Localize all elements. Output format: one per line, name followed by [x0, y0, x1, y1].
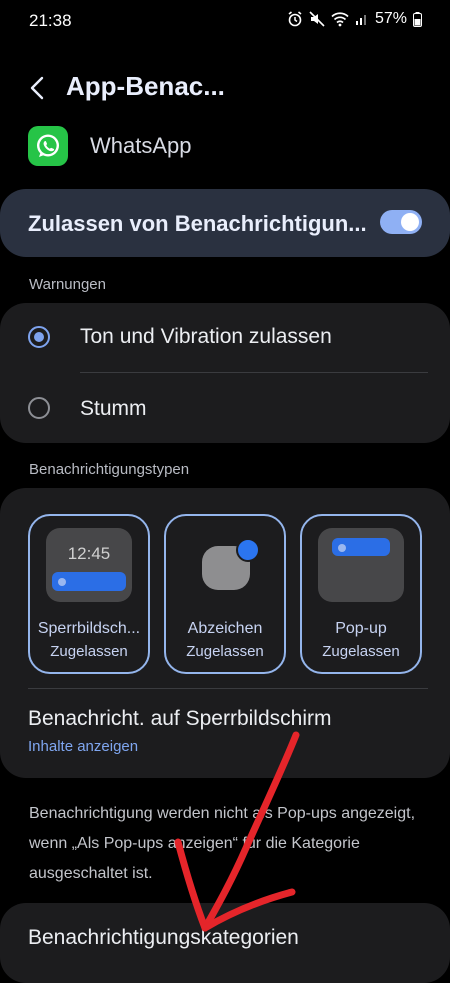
status-bar: 21:38 57%: [0, 0, 450, 40]
page-title: App-Benac...: [66, 71, 225, 101]
tile-status: Zugelassen: [186, 643, 264, 660]
notification-categories-label: Benachrichtigungskategorien: [28, 926, 299, 949]
notification-types-section-label: Benachrichtigungstypen: [29, 461, 190, 478]
whatsapp-icon: [28, 126, 68, 166]
preview-popup-bar: [332, 538, 390, 556]
status-time: 21:38: [29, 11, 72, 30]
radio-unselected-icon[interactable]: [28, 397, 50, 419]
allow-notifications-label: Zulassen von Benachrichtigun...: [28, 211, 367, 236]
app-name: WhatsApp: [90, 133, 192, 158]
tile-popup[interactable]: Pop-up Zugelassen: [300, 514, 422, 674]
battery-percent: 57%: [374, 10, 407, 27]
lockscreen-preview: 12:45: [46, 528, 132, 602]
app-info: WhatsApp: [28, 126, 192, 166]
popup-preview: [318, 528, 404, 602]
warning-option-mute[interactable]: Stumm: [0, 373, 450, 443]
tile-lockscreen[interactable]: 12:45 Sperrbildsch... Zugelassen: [28, 514, 150, 674]
back-arrow-icon[interactable]: [28, 76, 48, 100]
warning-option-sound[interactable]: Ton und Vibration zulassen: [0, 303, 450, 373]
warning-option-label: Stumm: [80, 397, 147, 420]
allow-notifications-row[interactable]: Zulassen von Benachrichtigun...: [0, 189, 450, 257]
battery-icon: [413, 11, 422, 27]
preview-notification-bar: [52, 572, 126, 591]
notification-categories-row[interactable]: Benachrichtigungskategorien: [0, 903, 450, 983]
radio-selected-icon[interactable]: [28, 326, 50, 348]
signal-icon: [355, 15, 366, 25]
tile-title: Sperrbildsch...: [37, 620, 141, 637]
allow-notifications-toggle[interactable]: [380, 210, 422, 234]
warning-option-label: Ton und Vibration zulassen: [80, 325, 332, 348]
warnings-card: Ton und Vibration zulassen Stumm: [0, 303, 450, 443]
app-bar: App-Benac...: [0, 68, 450, 108]
tile-status: Zugelassen: [50, 643, 128, 660]
preview-clock: 12:45: [67, 544, 111, 563]
mute-icon: [309, 11, 325, 27]
tile-badge[interactable]: Abzeichen Zugelassen: [164, 514, 286, 674]
warnings-section-label: Warnungen: [29, 276, 106, 293]
alarm-icon: [288, 11, 302, 27]
popup-info-text: Benachrichtigung werden nicht als Pop-up…: [29, 805, 416, 882]
lockscreen-notifications-title: Benachricht. auf Sperrbildschirm: [28, 707, 332, 730]
divider: [28, 688, 428, 689]
tile-title: Pop-up: [335, 620, 387, 637]
wifi-icon: [331, 12, 349, 27]
lockscreen-notifications-subtitle: Inhalte anzeigen: [28, 738, 139, 755]
toggle-knob: [401, 213, 419, 231]
notification-types-card: 12:45 Sperrbildsch... Zugelassen Abzeich…: [0, 488, 450, 778]
notification-type-tiles: 12:45 Sperrbildsch... Zugelassen Abzeich…: [28, 514, 422, 674]
badge-dot-icon: [236, 538, 260, 562]
status-icons: 57%: [287, 10, 422, 28]
tile-title: Abzeichen: [187, 620, 263, 637]
tile-status: Zugelassen: [322, 643, 400, 660]
